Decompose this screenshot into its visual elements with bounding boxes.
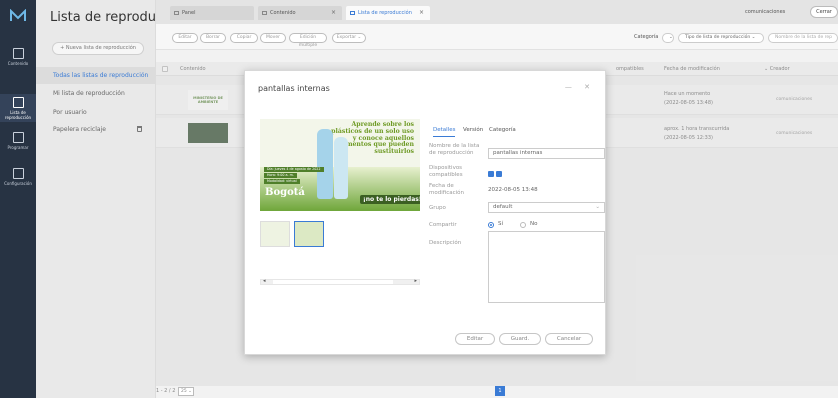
- calendar-icon: [12, 132, 24, 143]
- tab-category[interactable]: Categoría: [489, 127, 516, 133]
- playlist-icon: [350, 11, 355, 15]
- tab-version[interactable]: Versión: [463, 127, 483, 133]
- multi-edit-button[interactable]: Edición múltiple: [289, 33, 327, 48]
- content-preview: Aprende sobre los plásticos de un solo u…: [260, 119, 420, 211]
- tab-content[interactable]: Contenido ×: [258, 6, 342, 20]
- chevron-down-icon: ⌄: [595, 204, 600, 210]
- grid-icon: [12, 48, 24, 59]
- toolbar: Editar Borrar Copiar Mover Edición múlti…: [156, 24, 838, 50]
- close-icon[interactable]: ×: [331, 6, 336, 20]
- tab-panel[interactable]: Panel: [170, 6, 254, 20]
- edit-button[interactable]: Editar: [172, 33, 198, 43]
- name-input[interactable]: pantallas internas: [488, 148, 605, 159]
- settings-icon: [12, 168, 24, 179]
- range-text: 1 - 2 / 2: [156, 388, 176, 394]
- sidebar-item-mine[interactable]: Mi lista de reproducción: [36, 85, 156, 102]
- user-name: comunicaciones: [745, 9, 786, 15]
- close-icon[interactable]: ×: [419, 6, 424, 20]
- modified-value: 2022-08-05 13:48: [488, 187, 538, 193]
- device-icon: [496, 171, 502, 177]
- rail-label: Lista de reproducción: [4, 110, 32, 120]
- tab-playlist[interactable]: Lista de reproducción ×: [346, 6, 430, 20]
- search-input[interactable]: Nombre de la lista de rep: [768, 33, 838, 43]
- rail-label: Configuración: [4, 181, 32, 186]
- group-select[interactable]: default ⌄: [488, 202, 605, 213]
- rail-item-content[interactable]: Contenido: [0, 48, 36, 66]
- app-rail: Contenido Lista de reproducción Programa…: [0, 0, 36, 398]
- grid-icon: [262, 11, 267, 15]
- share-no-radio[interactable]: [520, 222, 526, 228]
- page-size-select[interactable]: 25 ⌄: [178, 387, 194, 396]
- group-label: Grupo: [429, 205, 446, 211]
- copy-button[interactable]: Copiar: [230, 33, 258, 43]
- logout-button[interactable]: Cerrar: [810, 6, 838, 18]
- preview-city: Bogotá: [265, 187, 305, 198]
- group-value: default: [493, 204, 513, 210]
- save-button[interactable]: Guard.: [499, 333, 541, 345]
- pagination: 1 - 2 / 2 25 ⌄ 1: [156, 386, 838, 398]
- tab-details[interactable]: Detalles: [433, 127, 456, 137]
- scroll-right-icon[interactable]: ▸: [414, 279, 417, 284]
- new-playlist-button[interactable]: + Nueva lista de reproducción: [52, 42, 144, 55]
- share-yes-radio[interactable]: [488, 222, 494, 228]
- tab-bar: Panel Contenido × Lista de reproducción …: [156, 0, 838, 24]
- edit-button[interactable]: Editar: [455, 333, 495, 345]
- scroll-left-icon[interactable]: ◂: [263, 279, 266, 284]
- preview-time: Hora: 9:00 a. m.: [264, 173, 297, 178]
- rail-label: Contenido: [7, 61, 29, 66]
- tab-label: Panel: [182, 10, 196, 16]
- scroll-thumb[interactable]: [273, 280, 393, 284]
- playlist-type-select[interactable]: Tipo de lista de reproducción ⌄: [678, 33, 764, 43]
- sidebar-item-label: Papelera reciclaje: [53, 126, 106, 133]
- sidebar-item-all[interactable]: Todas las listas de reproducción: [36, 67, 156, 84]
- bottle-image: [317, 129, 333, 199]
- thumbnail-strip: [260, 221, 340, 251]
- modal-title: pantallas internas: [258, 84, 330, 93]
- rail-item-settings[interactable]: Configuración: [0, 168, 36, 186]
- device-icon: [488, 171, 494, 177]
- trash-icon: [137, 126, 142, 132]
- sidebar-item-trash[interactable]: Papelera reciclaje: [36, 121, 156, 138]
- playlist-detail-modal: pantallas internas — ✕ Aprende sobre los…: [244, 70, 606, 355]
- playlist-sidebar: Lista de reproducción + Nueva lista de r…: [36, 0, 190, 398]
- content-thumbnail[interactable]: [294, 221, 324, 247]
- app-logo: [10, 9, 26, 21]
- preview-mode: Modalidad: virtual: [264, 179, 300, 184]
- devices-label: Dispositivos compatibles: [429, 165, 463, 178]
- category-label: Categoría: [634, 34, 659, 40]
- category-select[interactable]: ⌄: [662, 33, 674, 43]
- tab-label: Lista de reproducción: [358, 10, 412, 16]
- share-label: Compartir: [429, 222, 457, 228]
- cancel-button[interactable]: Cancelar: [545, 333, 593, 345]
- bottle-image: [334, 137, 348, 199]
- horizontal-scrollbar[interactable]: ◂ ▸: [260, 279, 420, 285]
- page-button[interactable]: 1: [495, 386, 505, 396]
- name-label: Nombre de la lista de reproducción: [429, 143, 480, 156]
- share-no-label: No: [530, 221, 538, 227]
- content-thumbnail[interactable]: [260, 221, 290, 247]
- description-textarea[interactable]: [488, 231, 605, 303]
- description-label: Descripción: [429, 240, 462, 246]
- playlist-icon: [12, 97, 24, 108]
- rail-item-playlist[interactable]: Lista de reproducción: [0, 94, 36, 122]
- dashboard-icon: [174, 11, 179, 15]
- move-button[interactable]: Mover: [260, 33, 286, 43]
- share-yes-label: Sí: [498, 221, 504, 227]
- sidebar-item-by-user[interactable]: Por usuario: [36, 104, 156, 121]
- rail-label: Programar: [7, 145, 29, 150]
- window-controls[interactable]: — ✕: [565, 83, 595, 91]
- tab-label: Contenido: [270, 10, 296, 16]
- modified-label: Fecha de modificación: [429, 183, 465, 196]
- rail-item-schedule[interactable]: Programar: [0, 132, 36, 150]
- preview-day: Día: jueves 4 de agosto de 2022: [264, 167, 324, 172]
- preview-tag: ¡no te lo pierdas!: [360, 195, 420, 204]
- export-button[interactable]: Exportar ⌄: [332, 33, 366, 43]
- delete-button[interactable]: Borrar: [200, 33, 226, 43]
